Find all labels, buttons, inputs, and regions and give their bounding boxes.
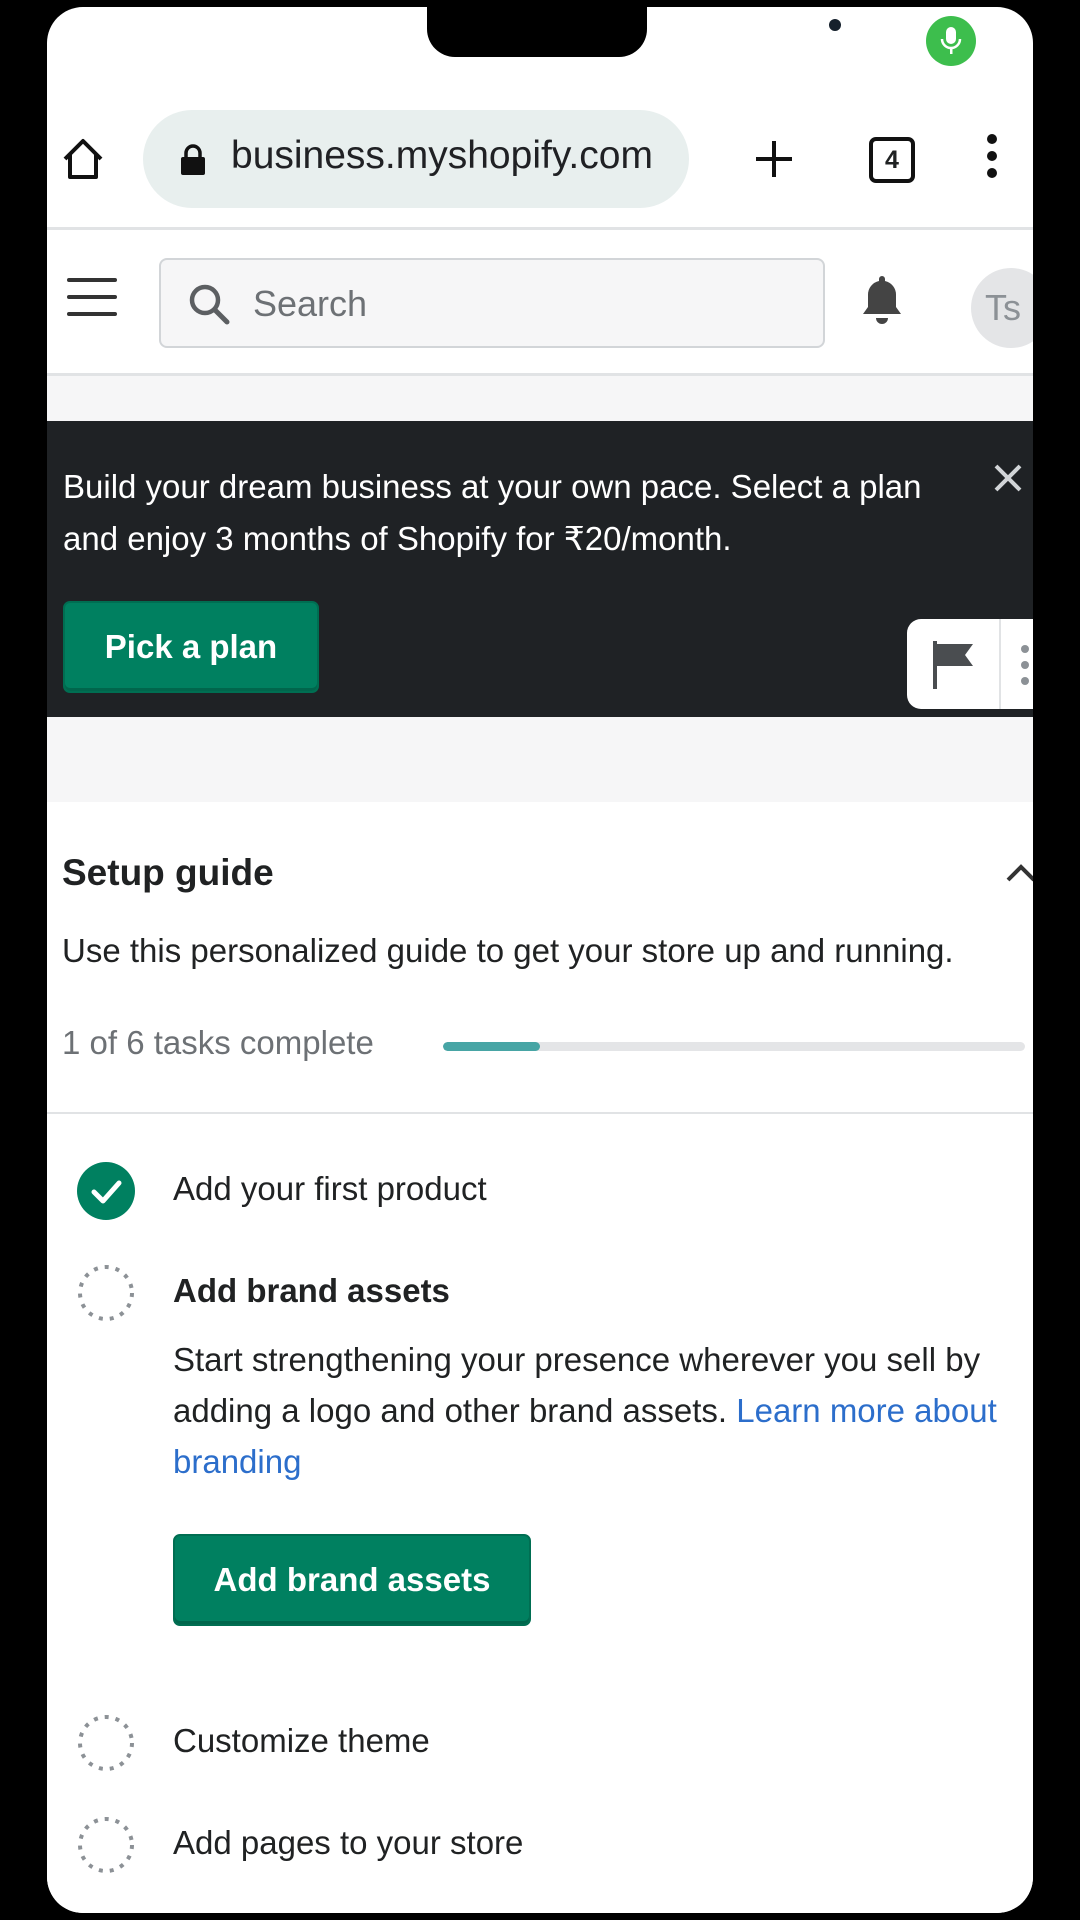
task-label: Customize theme <box>173 1722 430 1759</box>
phone-screen: business.myshopify.com 4 Ts Build your d… <box>47 7 1033 1913</box>
widget-divider <box>999 619 1001 709</box>
lock-icon <box>179 144 207 176</box>
admin-topbar: Ts <box>47 230 1033 376</box>
dashed-circle-icon <box>77 1264 135 1322</box>
new-tab-icon[interactable] <box>752 137 796 181</box>
address-bar[interactable]: business.myshopify.com <box>143 110 689 208</box>
setup-guide-description: Use this personalized guide to get your … <box>62 932 954 969</box>
url-text: business.myshopify.com <box>231 134 653 177</box>
search-box[interactable] <box>159 258 825 348</box>
drag-handle-icon[interactable] <box>1019 641 1031 689</box>
hamburger-menu-icon[interactable] <box>67 278 117 318</box>
banner-message: Build your dream business at your own pa… <box>63 468 922 557</box>
feedback-widget[interactable] <box>907 619 1033 709</box>
setup-guide-card: Setup guide Use this personalized guide … <box>47 802 1033 1913</box>
microphone-indicator-icon <box>926 16 976 66</box>
close-icon[interactable] <box>991 461 1025 495</box>
pick-a-plan-button[interactable]: Pick a plan <box>63 601 319 693</box>
checkmark-circle-icon <box>77 1162 135 1220</box>
search-icon <box>187 282 231 326</box>
browser-toolbar: business.myshopify.com 4 <box>47 97 1033 227</box>
avatar[interactable]: Ts <box>971 268 1033 348</box>
more-vert-icon[interactable] <box>985 132 999 180</box>
tab-switcher-button[interactable]: 4 <box>869 137 915 183</box>
flag-icon[interactable] <box>929 639 979 691</box>
task-label: Add your first product <box>173 1170 487 1207</box>
chevron-up-icon[interactable] <box>1005 862 1033 884</box>
add-brand-assets-button[interactable]: Add brand assets <box>173 1534 531 1626</box>
front-camera <box>829 19 841 31</box>
dashed-circle-icon <box>77 1714 135 1772</box>
progress-bar-fill <box>443 1042 541 1051</box>
home-icon[interactable] <box>59 135 107 183</box>
trial-banner: Build your dream business at your own pa… <box>47 421 1033 717</box>
search-input[interactable] <box>253 278 793 330</box>
dashed-circle-icon <box>77 1816 135 1874</box>
task-label: Add pages to your store <box>173 1824 524 1861</box>
task-label: Add brand assets <box>173 1272 450 1309</box>
notification-bell-icon[interactable] <box>857 272 907 328</box>
progress-bar <box>443 1042 1025 1051</box>
setup-guide-title: Setup guide <box>62 852 274 893</box>
progress-label: 1 of 6 tasks complete <box>62 1024 374 1061</box>
display-notch <box>427 7 841 57</box>
card-divider <box>47 1112 1033 1114</box>
task-description: Start strengthening your presence wherev… <box>173 1334 1033 1487</box>
